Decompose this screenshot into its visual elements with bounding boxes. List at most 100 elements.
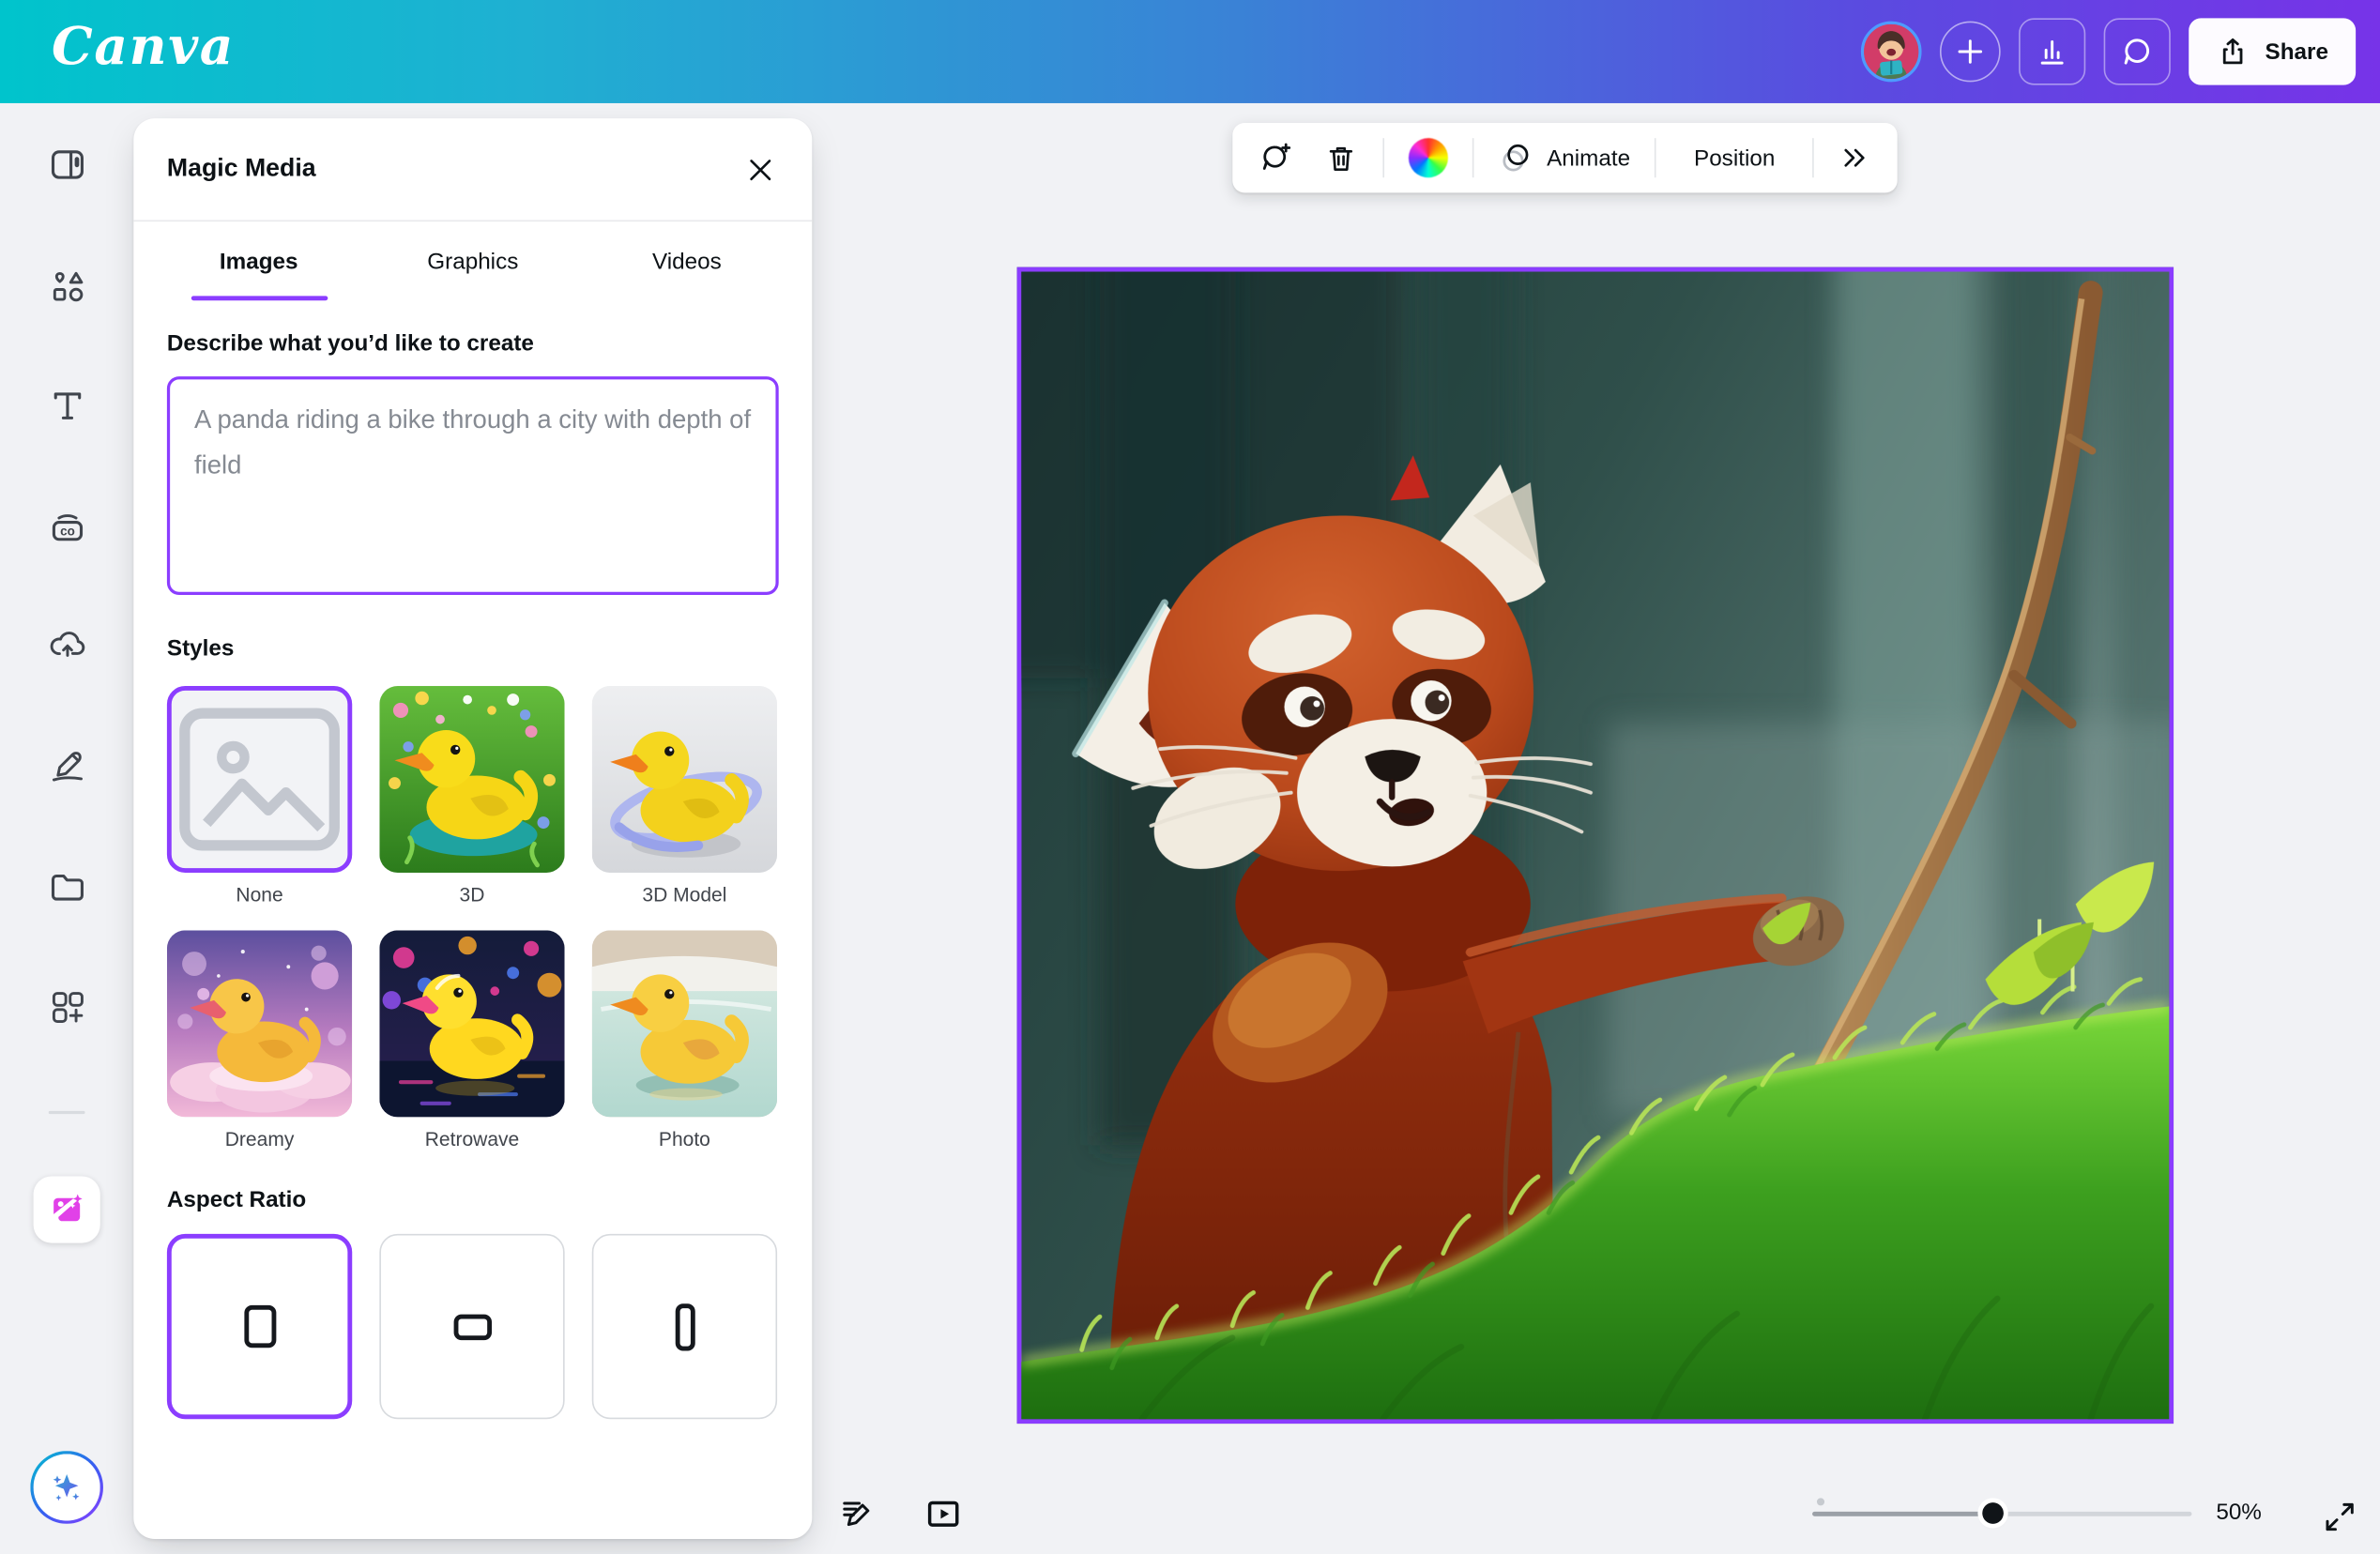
style-label: 3D [379, 883, 564, 906]
tab-graphics[interactable]: Graphics [366, 221, 580, 300]
fullscreen-button[interactable] [2313, 1490, 2365, 1542]
apps-icon [46, 985, 87, 1027]
sidebar-item-text[interactable] [34, 372, 100, 438]
avatar[interactable] [1861, 22, 1922, 83]
prompt-input[interactable] [167, 376, 779, 595]
style-option-3d: 3D [379, 686, 564, 906]
style-thumb-3d-model [592, 686, 777, 873]
style-option-none: None [167, 686, 352, 906]
styles-row-2: Dreamy [167, 930, 779, 1150]
plus-icon [1956, 37, 1986, 67]
red-panda-image [1021, 272, 2169, 1420]
style-card-retrowave[interactable] [379, 930, 564, 1117]
panel-title: Magic Media [167, 155, 316, 184]
style-label: Retrowave [379, 1128, 564, 1150]
expand-icon [2322, 1499, 2357, 1533]
sidebar-item-projects[interactable] [34, 853, 100, 920]
zoom-slider[interactable] [1812, 1511, 2191, 1516]
style-card-3d[interactable] [379, 686, 564, 873]
panel-tabs: Images Graphics Videos [133, 221, 812, 300]
status-left [831, 1487, 969, 1539]
portrait-ratio-icon [675, 1303, 694, 1349]
aspect-option-landscape[interactable] [379, 1234, 564, 1419]
style-thumb-photo [592, 930, 777, 1117]
add-member-button[interactable] [1940, 22, 2001, 83]
rail-divider [49, 1111, 85, 1114]
styles-label: Styles [167, 636, 779, 662]
square-ratio-icon [244, 1305, 276, 1348]
aspect-option-square[interactable] [167, 1234, 352, 1419]
svg-text:co: co [59, 524, 74, 538]
aspect-option-portrait[interactable] [592, 1234, 777, 1419]
avatar-image [1865, 24, 1919, 79]
add-comment-button[interactable] [1254, 132, 1300, 184]
style-card-dreamy[interactable] [167, 930, 352, 1117]
style-thumb-dreamy [167, 930, 352, 1117]
style-card-photo[interactable] [592, 930, 777, 1117]
element-toolbar: Animate Position [1232, 123, 1898, 192]
workspace: co [0, 103, 2380, 1554]
landscape-ratio-icon [453, 1314, 491, 1339]
style-card-none[interactable] [167, 686, 352, 873]
sidebar-item-draw[interactable] [34, 732, 100, 799]
magic-media-panel: Magic Media Images Graphics Videos Descr… [133, 118, 812, 1539]
topbar-actions: Share [1861, 18, 2356, 84]
ai-assistant-button[interactable] [30, 1451, 103, 1524]
delete-button[interactable] [1319, 132, 1363, 184]
sidebar-item-uploads[interactable] [34, 610, 100, 677]
prompt-label: Describe what you’d like to create [167, 331, 779, 357]
color-wheel-icon [1409, 138, 1448, 177]
top-bar: Canva [0, 0, 2380, 103]
toolbar-divider [1655, 138, 1656, 177]
uploads-icon [46, 623, 87, 664]
projects-icon [46, 866, 87, 907]
position-button[interactable]: Position [1676, 132, 1793, 184]
style-card-3d-model[interactable] [592, 686, 777, 873]
selected-image-element[interactable] [1017, 267, 2174, 1424]
animate-button[interactable]: Animate [1493, 132, 1634, 184]
magic-media-app-icon [47, 1190, 86, 1229]
zoom-slider-knob[interactable] [1982, 1502, 2004, 1524]
insights-button[interactable] [2020, 18, 2086, 84]
sidebar-item-apps[interactable] [34, 973, 100, 1040]
position-label: Position [1694, 145, 1775, 170]
style-option-photo: Photo [592, 930, 777, 1150]
sidebar-item-magic-media[interactable] [34, 1176, 100, 1242]
toolbar-divider [1382, 138, 1384, 177]
style-label: Dreamy [167, 1128, 352, 1150]
comments-button[interactable] [2104, 18, 2171, 84]
zoom-notch [1817, 1498, 1824, 1505]
share-button[interactable]: Share [2189, 18, 2356, 84]
style-option-retrowave: Retrowave [379, 930, 564, 1150]
panel-header: Magic Media [133, 118, 812, 221]
sidebar-item-elements[interactable] [34, 251, 100, 318]
canva-editor: Canva [0, 0, 2380, 1554]
chart-icon [2035, 34, 2071, 70]
more-chevrons-icon [1838, 141, 1872, 175]
zoom-control [1812, 1487, 2191, 1539]
design-icon [46, 144, 87, 185]
close-panel-button[interactable] [740, 148, 782, 190]
zoom-level: 50% [2216, 1500, 2262, 1525]
share-label: Share [2266, 38, 2328, 64]
present-icon [923, 1493, 964, 1534]
image-placeholder-icon [172, 691, 348, 868]
style-option-dreamy: Dreamy [167, 930, 352, 1150]
notes-button[interactable] [831, 1487, 883, 1539]
sidebar-item-brand[interactable]: co [34, 494, 100, 560]
toolbar-divider [1472, 138, 1474, 177]
style-label: Photo [592, 1128, 777, 1150]
style-thumb-3d [379, 686, 564, 873]
canva-logo[interactable]: Canva [52, 22, 235, 83]
style-thumb-retrowave [379, 930, 564, 1117]
aspect-ratio-row [167, 1234, 779, 1419]
color-button[interactable] [1404, 132, 1453, 184]
sidebar-item-design[interactable] [34, 130, 100, 197]
tab-images[interactable]: Images [152, 221, 366, 300]
brand-icon: co [46, 506, 87, 547]
tab-videos[interactable]: Videos [580, 221, 794, 300]
comment-add-icon [1259, 140, 1295, 176]
style-label: None [167, 883, 352, 906]
more-toolbar-button[interactable] [1834, 132, 1876, 184]
present-button[interactable] [917, 1487, 969, 1539]
